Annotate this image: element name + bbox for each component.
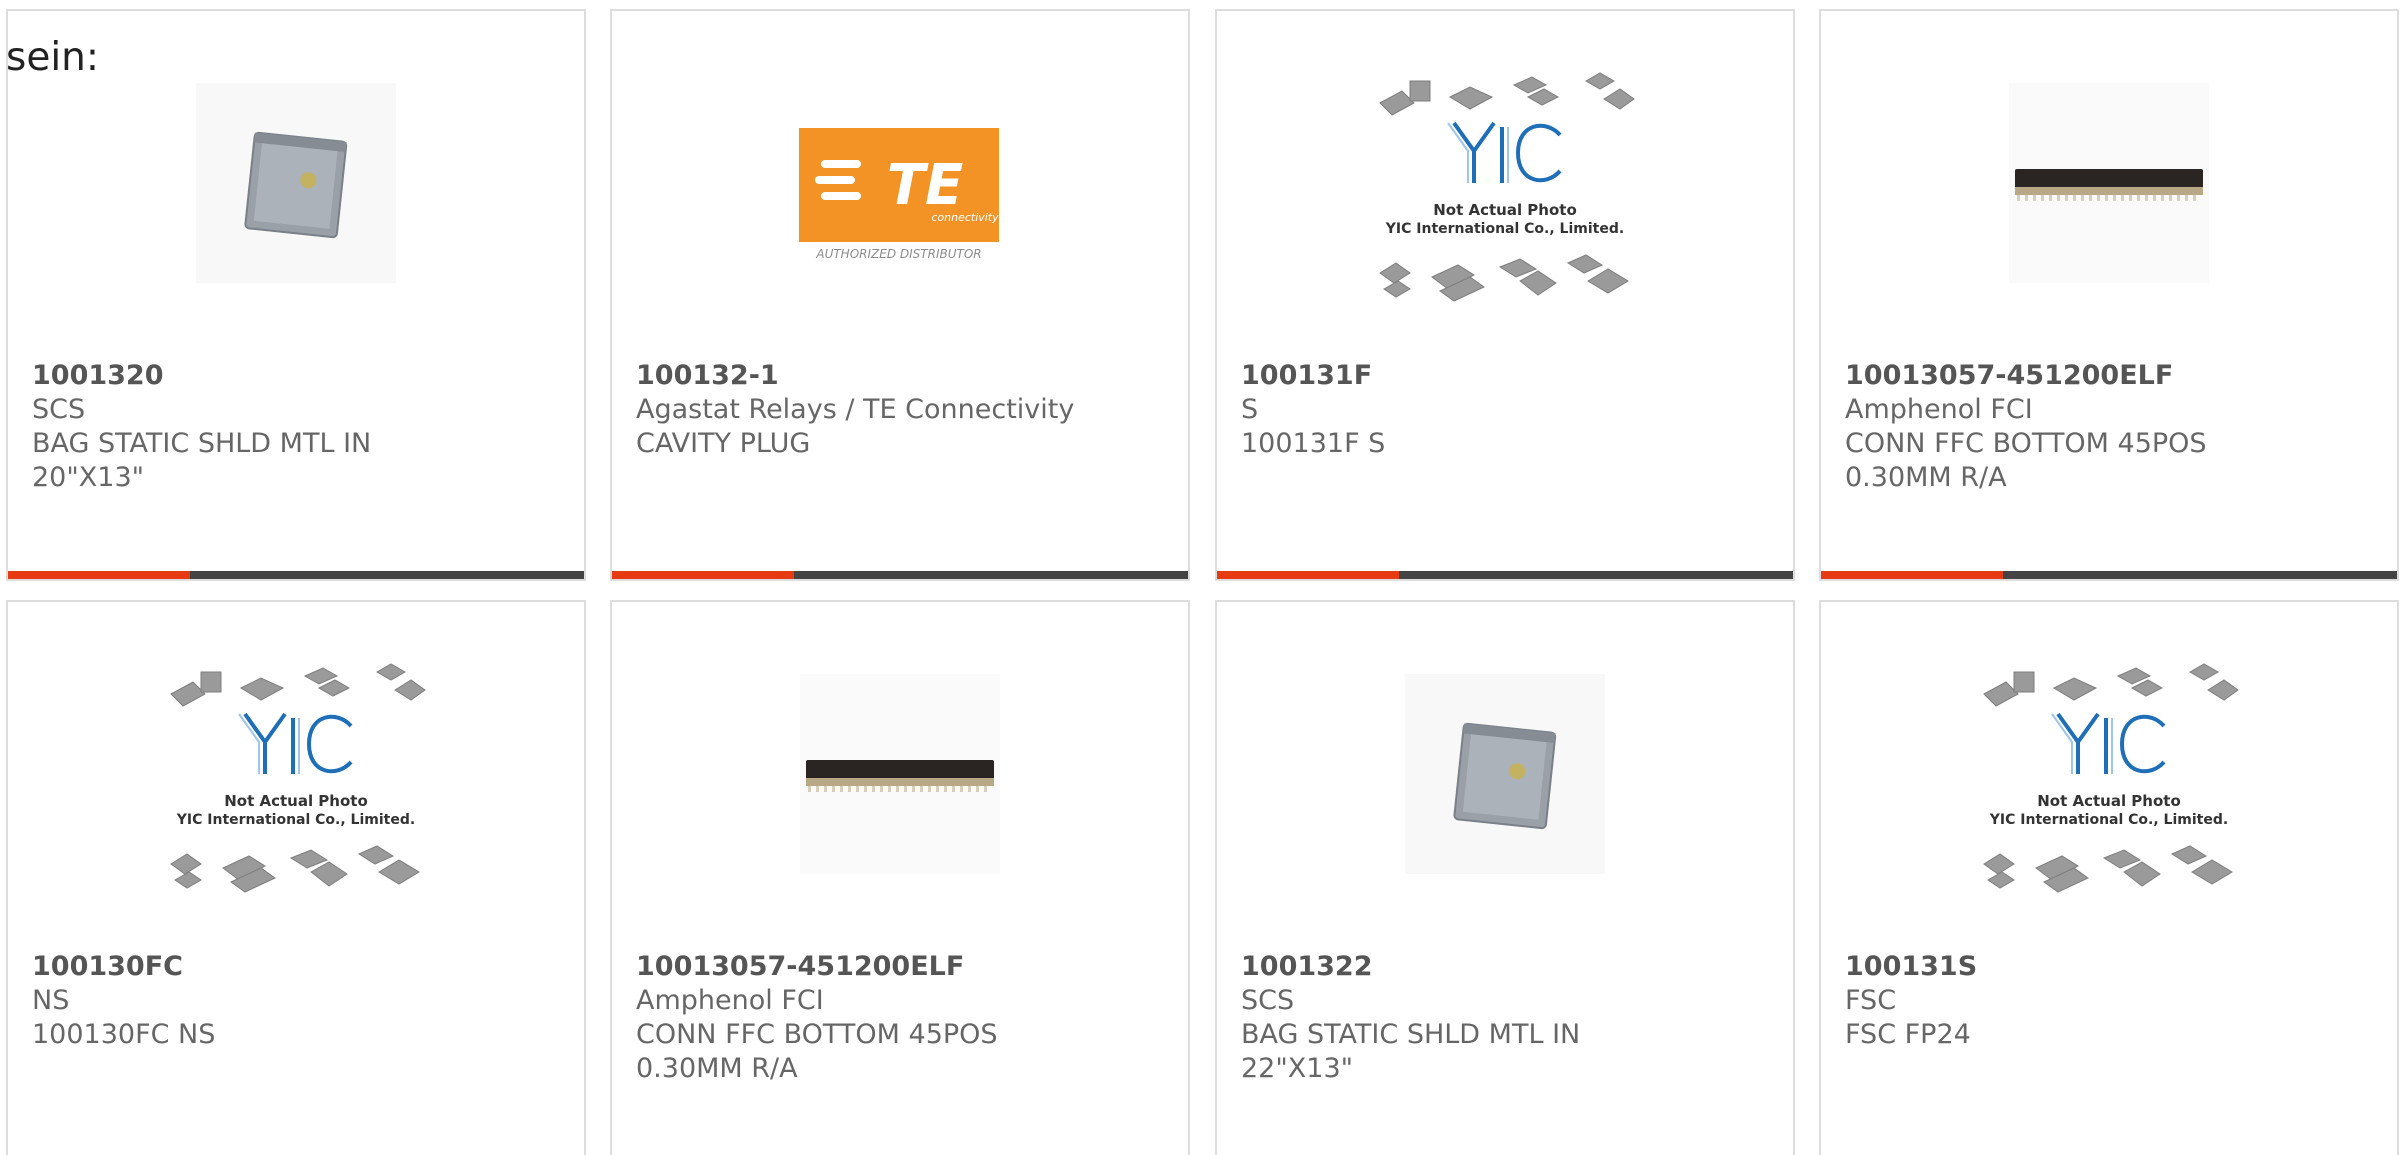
part-number-link[interactable]: 100132-1 xyxy=(636,359,1164,393)
te-logo-image[interactable]: TE connectivity AUTHORIZED DISTRIBUTOR xyxy=(612,83,1188,283)
placeholder-line2: YIC International Co., Limited. xyxy=(1989,812,2228,828)
card-bottom-bar xyxy=(612,571,1188,579)
product-info: 100131S FSC FSC FP24 xyxy=(1845,950,2373,1052)
product-description: 100131F S xyxy=(1241,428,1386,459)
product-info: 10013057-451200ELF Amphenol FCI CONN FFC B… xyxy=(1845,359,2373,495)
card-bar-accent xyxy=(612,571,794,579)
product-description: CONN FFC BOTTOM 45POS xyxy=(636,1019,998,1050)
logo-caption: AUTHORIZED DISTRIBUTOR xyxy=(815,247,981,258)
product-card[interactable]: Not Actual Photo YIC International Co., … xyxy=(1215,9,1795,581)
page-heading: sein: xyxy=(6,35,100,80)
product-description-line2: 0.30MM R/A xyxy=(636,1053,798,1084)
card-bar-accent xyxy=(1217,571,1399,579)
part-number-link[interactable]: 100131S xyxy=(1845,950,2373,984)
yic-placeholder-image[interactable]: Not Actual Photo YIC International Co., … xyxy=(1217,72,1793,302)
product-card[interactable]: Not Actual Photo YIC International Co., … xyxy=(1819,600,2399,1155)
product-info: 100132-1 Agastat Relays / TE Connectivity… xyxy=(636,359,1164,461)
product-description: FSC FP24 xyxy=(1845,1019,1971,1050)
brand-name: Agastat Relays / TE Connectivity xyxy=(636,394,1075,425)
product-card[interactable]: 10013057-451200ELF Amphenol FCI CONN FFC B… xyxy=(1819,9,2399,581)
product-card[interactable]: TE connectivity AUTHORIZED DISTRIBUTOR 1… xyxy=(610,9,1190,581)
brand-name: S xyxy=(1241,394,1259,425)
static-bag-image[interactable] xyxy=(1217,674,1793,874)
placeholder-line1: Not Actual Photo xyxy=(1433,201,1577,219)
connector-image[interactable] xyxy=(612,674,1188,874)
part-number-link[interactable]: 100131F xyxy=(1241,359,1769,393)
part-number-link[interactable]: 10013057-451200ELF xyxy=(1845,359,2373,393)
product-description: BAG STATIC SHLD MTL IN xyxy=(32,428,372,459)
connector-image[interactable] xyxy=(1821,83,2397,283)
product-info: 1001320 SCS BAG STATIC SHLD MTL IN 20"X13" xyxy=(32,359,560,495)
card-bottom-bar xyxy=(1821,571,2397,579)
product-card[interactable]: 1001322 SCS BAG STATIC SHLD MTL IN 22"X13" xyxy=(1215,600,1795,1155)
logo-text: TE xyxy=(887,153,963,218)
card-bar-accent xyxy=(8,571,190,579)
product-info: 100131F S 100131F S xyxy=(1241,359,1769,461)
product-description: 100130FC NS xyxy=(32,1019,216,1050)
product-description-line2: 22"X13" xyxy=(1241,1053,1354,1084)
logo-sub: connectivity xyxy=(931,211,999,224)
brand-name: NS xyxy=(32,985,70,1016)
placeholder-line2: YIC International Co., Limited. xyxy=(1385,221,1624,237)
brand-name: SCS xyxy=(1241,985,1295,1016)
part-number-link[interactable]: 100130FC xyxy=(32,950,560,984)
product-card[interactable]: 10013057-451200ELF Amphenol FCI CONN FFC B… xyxy=(610,600,1190,1155)
brand-name: Amphenol FCI xyxy=(1845,394,2033,425)
part-number-link[interactable]: 1001320 xyxy=(32,359,560,393)
product-description: CONN FFC BOTTOM 45POS xyxy=(1845,428,2207,459)
product-description: CAVITY PLUG xyxy=(636,428,811,459)
product-description: BAG STATIC SHLD MTL IN xyxy=(1241,1019,1581,1050)
product-info: 10013057-451200ELF Amphenol FCI CONN FFC B… xyxy=(636,950,1164,1086)
product-info: 1001322 SCS BAG STATIC SHLD MTL IN 22"X13" xyxy=(1241,950,1769,1086)
brand-name: FSC xyxy=(1845,985,1897,1016)
brand-name: SCS xyxy=(32,394,86,425)
product-description-line2: 20"X13" xyxy=(32,462,145,493)
placeholder-line1: Not Actual Photo xyxy=(2037,792,2181,810)
card-bottom-bar xyxy=(8,571,584,579)
product-card[interactable]: Not Actual Photo YIC International Co., … xyxy=(6,600,586,1155)
product-card[interactable]: 1001320 SCS BAG STATIC SHLD MTL IN 20"X13" xyxy=(6,9,586,581)
yic-placeholder-image[interactable]: Not Actual Photo YIC International Co., … xyxy=(1821,663,2397,893)
placeholder-line2: YIC International Co., Limited. xyxy=(176,812,415,828)
yic-placeholder-image[interactable]: Not Actual Photo YIC International Co., … xyxy=(8,663,584,893)
placeholder-line1: Not Actual Photo xyxy=(224,792,368,810)
card-bar-accent xyxy=(1821,571,2003,579)
product-info: 100130FC NS 100130FC NS xyxy=(32,950,560,1052)
brand-name: Amphenol FCI xyxy=(636,985,824,1016)
part-number-link[interactable]: 1001322 xyxy=(1241,950,1769,984)
part-number-link[interactable]: 10013057-451200ELF xyxy=(636,950,1164,984)
card-bottom-bar xyxy=(1217,571,1793,579)
static-bag-image[interactable] xyxy=(8,83,584,283)
product-description-line2: 0.30MM R/A xyxy=(1845,462,2007,493)
